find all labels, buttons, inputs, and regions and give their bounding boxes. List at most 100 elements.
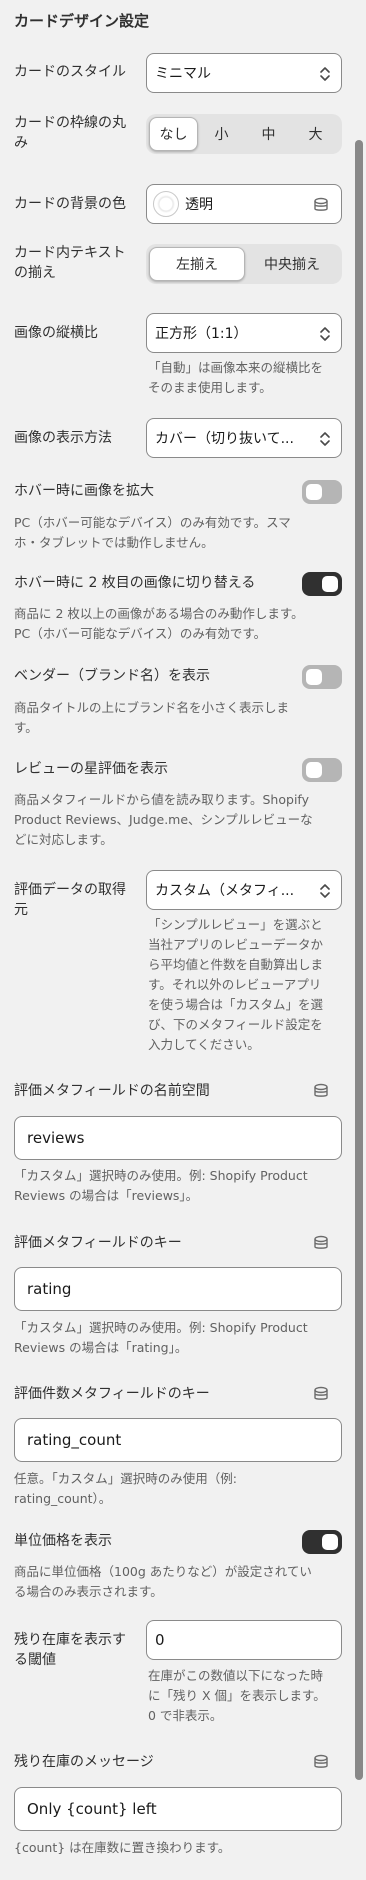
aspect-ratio-label: 画像の縦横比 [14,325,98,341]
low-stock-message-input[interactable]: Only {count} left [14,1787,342,1831]
corner-radius-option-none[interactable]: なし [149,117,198,151]
database-icon [314,1083,328,1097]
vendor-toggle[interactable] [302,665,342,689]
low-stock-message-help: {count} は在庫数に置き換わります。 [14,1840,231,1855]
unit-price-help-line1: 商品に単位価格（100g あたりなど）が設定されてい [14,1564,312,1579]
rating-source-help-line2: 当社アプリのレビューデータか [148,937,324,952]
rating-source-label-line1: 評価データの取得 [14,882,126,898]
review-stars-help-line3: どに対応します。 [14,832,113,847]
rating-count-key-input[interactable]: rating_count [14,1418,342,1462]
select-arrows-icon [320,327,330,341]
rating-source-help-line6: び、下のメタフィールド設定を [148,1017,323,1032]
settings-panel: カードデザイン設定 カードのスタイル ミニマル カードの枠線の丸 み なし 小 … [0,0,352,1880]
card-style-label: カードのスタイル [14,64,126,80]
image-fit-select[interactable]: カバー（切り抜いて... [146,418,342,458]
toggle-knob [306,669,322,685]
aspect-ratio-help-line1: 「自動」は画像本来の縦横比を [148,360,324,375]
rating-namespace-help-line2: Reviews の場合は「reviews」。 [14,1188,199,1203]
unit-price-toggle[interactable] [302,1530,342,1554]
hover-zoom-toggle[interactable] [302,480,342,504]
review-stars-help-line2: Product Reviews、Judge.me、シンプルレビューな [14,812,313,827]
text-align-label-line2: の揃え [14,265,56,281]
rating-namespace-help-line1: 「カスタム」選択時のみ使用。例: Shopify Product [14,1168,308,1183]
section-title: カードデザイン設定 [14,12,150,30]
toggle-knob [322,1534,338,1550]
rating-count-key-help-line1: 任意。「カスタム」選択時のみ使用（例: [14,1471,237,1486]
image-fit-value: カバー（切り抜いて... [155,431,294,447]
hover-zoom-help-line2: ホ・タブレットでは動作しません。 [14,535,214,550]
rating-key-input[interactable]: rating [14,1267,342,1311]
review-stars-help-line1: 商品メタフィールドから値を読み取ります。Shopify [14,792,309,807]
text-align-option-center[interactable]: 中央揃え [245,247,339,281]
background-color-value: 透明 [185,197,213,213]
aspect-ratio-select[interactable]: 正方形（1:1） [146,313,342,353]
review-stars-label: レビューの星評価を表示 [14,761,168,777]
low-stock-message-value: Only {count} left [27,1800,157,1818]
low-stock-help-line1: 在庫がこの数値以下になった時 [148,1668,324,1683]
review-stars-toggle[interactable] [302,758,342,782]
rating-source-help-line1: 「シンプルレビュー」を選ぶと [148,917,323,932]
rating-source-help-line5: を使う場合は「カスタム」を選 [148,997,324,1012]
select-arrows-icon [320,884,330,898]
unit-price-help-line2: る場合のみ表示されます。 [14,1584,163,1599]
rating-source-select[interactable]: カスタム（メタフィ... [146,870,342,910]
rating-namespace-input[interactable]: reviews [14,1116,342,1160]
corner-radius-option-small[interactable]: 小 [198,117,245,151]
rating-key-help-line1: 「カスタム」選択時のみ使用。例: Shopify Product [14,1320,308,1335]
card-style-select[interactable]: ミニマル [146,53,342,93]
vendor-help-line2: す。 [14,720,38,735]
hover-second-image-help-line1: 商品に 2 枚以上の画像がある場合のみ動作します。 [14,606,304,621]
vendor-help-line1: 商品タイトルの上にブランド名を小さく表示しま [14,700,290,715]
background-color-picker[interactable]: 透明 [146,184,342,224]
hover-second-image-label: ホバー時に 2 枚目の画像に切り替える [14,575,256,591]
rating-key-label: 評価メタフィールドのキー [14,1235,182,1251]
low-stock-label-line1: 残り在庫を表示す [14,1632,126,1648]
corner-radius-option-medium[interactable]: 中 [245,117,292,151]
scrollbar-thumb[interactable] [355,140,363,1780]
database-icon [314,197,328,211]
toggle-knob [322,576,338,592]
hover-second-image-toggle[interactable] [302,572,342,596]
toggle-knob [306,484,322,500]
rating-source-help-line3: ら平均値と件数を自動算出しま [148,957,324,972]
transparent-swatch-icon [153,191,179,217]
aspect-ratio-value: 正方形（1:1） [155,326,248,342]
rating-namespace-value: reviews [27,1129,85,1147]
rating-key-value: rating [27,1280,72,1298]
low-stock-threshold-input[interactable]: 0 [146,1620,342,1660]
rating-source-help-line4: す。それ以外のレビューアプリ [148,977,322,992]
database-icon [314,1386,328,1400]
text-align-label-line1: カード内テキスト [14,245,126,261]
rating-source-help-line7: 入力してください。 [148,1037,260,1052]
vendor-label: ベンダー（ブランド名）を表示 [14,668,210,684]
background-color-label: カードの背景の色 [14,196,126,212]
database-icon [314,1754,328,1768]
text-align-option-left[interactable]: 左揃え [149,247,245,281]
corner-radius-option-large[interactable]: 大 [292,117,339,151]
rating-count-key-label: 評価件数メタフィールドのキー [14,1386,210,1402]
low-stock-help-line3: 0 で非表示。 [148,1708,223,1723]
rating-source-label-line2: 元 [14,902,28,918]
rating-source-value: カスタム（メタフィ... [155,883,295,899]
low-stock-label-line2: る閾値 [14,1652,56,1668]
aspect-ratio-help-line2: そのまま使用します。 [148,380,272,395]
select-arrows-icon [320,67,330,81]
hover-zoom-label: ホバー時に画像を拡大 [14,483,154,499]
hover-zoom-help-line1: PC（ホバー可能なデバイス）のみ有効です。スマ [14,515,291,530]
hover-second-image-help-line2: PC（ホバー可能なデバイス）のみ有効です。 [14,626,267,641]
select-arrows-icon [320,432,330,446]
rating-namespace-label: 評価メタフィールドの名前空間 [14,1083,210,1099]
low-stock-help-line2: に「残り X 個」を表示します。 [148,1688,326,1703]
rating-count-key-help-line2: rating_count）。 [14,1491,112,1506]
database-icon [314,1235,328,1249]
low-stock-threshold-value: 0 [155,1631,165,1649]
corner-radius-segmented: なし 小 中 大 [146,114,342,154]
toggle-knob [306,762,322,778]
rating-count-key-value: rating_count [27,1431,122,1449]
rating-key-help-line2: Reviews の場合は「rating」。 [14,1340,188,1355]
image-fit-label: 画像の表示方法 [14,430,112,446]
card-style-value: ミニマル [155,66,211,82]
scrollbar-track[interactable] [352,0,366,1880]
text-align-segmented: 左揃え 中央揃え [146,244,342,284]
corner-radius-label-line2: み [14,135,28,151]
